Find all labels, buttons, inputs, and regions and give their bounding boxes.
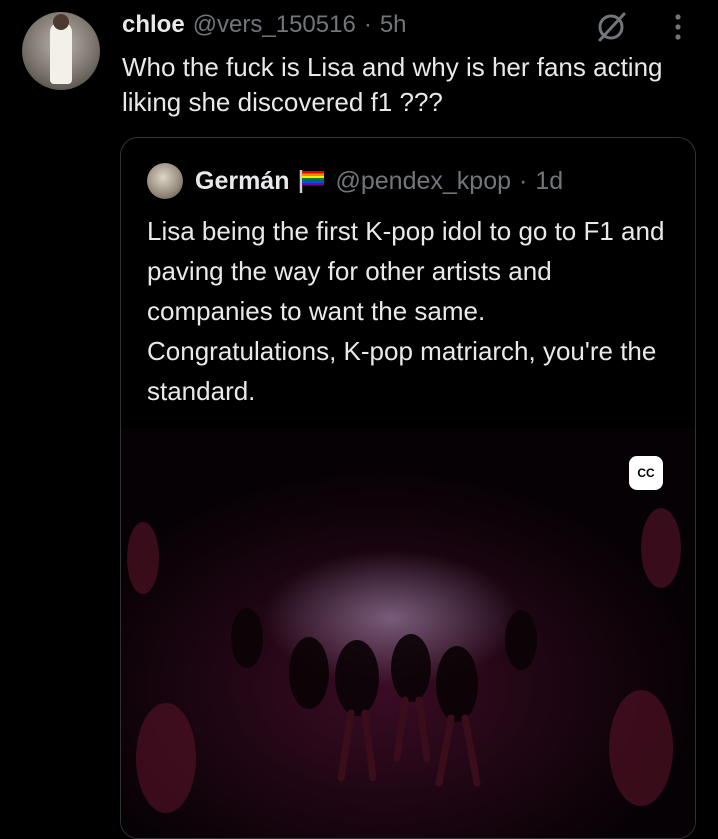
- quote-handle[interactable]: @pendex_kpop: [335, 167, 511, 196]
- quote-timestamp[interactable]: 1d: [535, 167, 563, 196]
- quote-avatar[interactable]: [147, 163, 183, 199]
- separator-dot: ·: [363, 11, 372, 38]
- user-handle[interactable]: @vers_150516: [193, 11, 356, 39]
- avatar-head: [53, 14, 69, 30]
- quote-tweet-card[interactable]: Germán @pendex_kpop · 1d Lisa being the …: [120, 137, 696, 839]
- tweet-header: chloe @vers_150516 · 5h: [122, 8, 407, 42]
- quote-separator-dot: ·: [519, 166, 528, 195]
- more-options-icon[interactable]: [668, 12, 688, 42]
- grok-icon[interactable]: [594, 10, 628, 44]
- rainbow-flag-icon: [300, 170, 325, 193]
- avatar[interactable]: [22, 12, 100, 90]
- video-player[interactable]: CC: [121, 428, 695, 838]
- avatar-figure: [50, 22, 72, 84]
- timestamp[interactable]: 5h: [380, 11, 407, 39]
- quote-text: Lisa being the first K-pop idol to go to…: [147, 216, 665, 406]
- closed-captions-button[interactable]: CC: [629, 456, 663, 490]
- tweet-text: Who the fuck is Lisa and why is her fans…: [122, 52, 663, 117]
- quote-display-name[interactable]: Germán: [195, 167, 289, 196]
- dancers-video-frame: [127, 508, 681, 813]
- quote-header: Germán @pendex_kpop · 1d: [147, 163, 563, 199]
- display-name[interactable]: chloe: [122, 11, 185, 39]
